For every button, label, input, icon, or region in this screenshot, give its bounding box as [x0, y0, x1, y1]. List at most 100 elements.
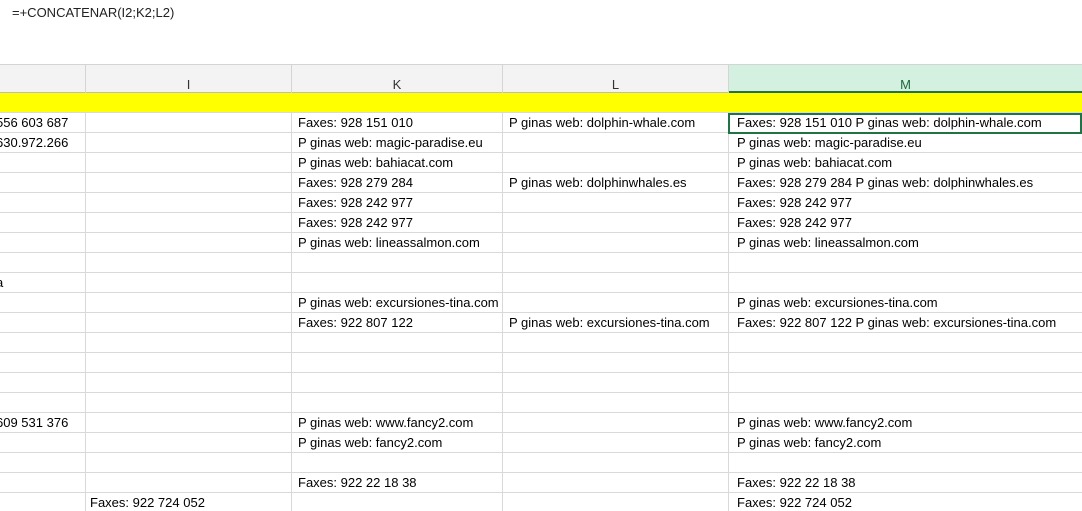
table-cell[interactable]: P ginas web: magic-paradise.eu — [292, 133, 503, 152]
table-cell[interactable] — [86, 133, 292, 152]
table-cell[interactable] — [0, 233, 86, 252]
table-cell[interactable] — [86, 353, 292, 372]
table-cell[interactable]: P ginas web: fancy2.com — [729, 433, 1082, 452]
table-cell[interactable] — [0, 313, 86, 332]
table-cell[interactable] — [503, 193, 729, 212]
table-cell[interactable] — [503, 253, 729, 272]
table-cell[interactable]: P ginas web: www.fancy2.com — [729, 413, 1082, 432]
table-cell[interactable]: Faxes: 922 724 052 — [729, 493, 1082, 511]
table-cell[interactable] — [503, 493, 729, 511]
table-cell[interactable]: Faxes: 922 22 18 38 — [292, 473, 503, 492]
table-cell[interactable] — [729, 453, 1082, 472]
table-cell[interactable] — [86, 453, 292, 472]
table-cell[interactable] — [0, 153, 86, 172]
table-cell[interactable] — [729, 333, 1082, 352]
table-cell[interactable] — [292, 353, 503, 372]
column-header-m[interactable]: M — [729, 65, 1082, 93]
table-cell[interactable] — [729, 93, 1082, 112]
table-cell[interactable]: Faxes: 928 151 010 — [292, 113, 503, 132]
table-cell[interactable]: Faxes: 928 151 010 P ginas web: dolphin-… — [729, 113, 1082, 132]
table-cell[interactable]: P ginas web: lineassalmon.com — [729, 233, 1082, 252]
formula-bar[interactable]: =+CONCATENAR(I2;K2;L2) — [0, 0, 1082, 64]
column-header-partial[interactable] — [0, 65, 86, 93]
table-cell[interactable] — [503, 233, 729, 252]
table-cell[interactable] — [86, 313, 292, 332]
table-cell[interactable]: P ginas web: excursiones-tina.com — [729, 293, 1082, 312]
table-cell[interactable] — [292, 493, 503, 511]
table-cell[interactable]: P ginas web: www.fancy2.com — [292, 413, 503, 432]
table-cell[interactable]: P ginas web: fancy2.com — [292, 433, 503, 452]
table-cell[interactable] — [0, 373, 86, 392]
table-cell[interactable] — [0, 493, 86, 511]
table-cell[interactable] — [86, 293, 292, 312]
table-cell[interactable] — [729, 253, 1082, 272]
table-cell[interactable] — [86, 273, 292, 292]
table-cell[interactable] — [86, 333, 292, 352]
table-cell[interactable] — [86, 373, 292, 392]
table-cell[interactable]: 630.972.266 — [0, 133, 86, 152]
table-cell[interactable] — [0, 193, 86, 212]
table-cell[interactable] — [86, 93, 292, 112]
table-cell[interactable] — [503, 353, 729, 372]
table-cell[interactable] — [0, 213, 86, 232]
table-cell[interactable] — [86, 393, 292, 412]
table-cell[interactable] — [0, 433, 86, 452]
table-cell[interactable] — [0, 473, 86, 492]
table-cell[interactable] — [503, 213, 729, 232]
table-cell[interactable] — [0, 293, 86, 312]
table-cell[interactable] — [503, 273, 729, 292]
table-cell[interactable]: Faxes: 928 242 977 — [292, 213, 503, 232]
table-cell[interactable] — [292, 253, 503, 272]
table-cell[interactable] — [503, 413, 729, 432]
table-cell[interactable] — [503, 153, 729, 172]
table-cell[interactable]: Faxes: 928 242 977 — [729, 213, 1082, 232]
table-cell[interactable] — [503, 133, 729, 152]
table-cell[interactable] — [503, 293, 729, 312]
table-cell[interactable] — [86, 213, 292, 232]
table-cell[interactable]: a — [0, 273, 86, 292]
table-cell[interactable]: P ginas web: bahiacat.com — [729, 153, 1082, 172]
table-cell[interactable]: P ginas web: bahiacat.com — [292, 153, 503, 172]
table-cell[interactable] — [292, 93, 503, 112]
table-cell[interactable] — [292, 333, 503, 352]
column-header-k[interactable]: K — [292, 65, 503, 93]
table-cell[interactable] — [503, 393, 729, 412]
table-cell[interactable]: Faxes: 922 807 122 — [292, 313, 503, 332]
column-header-l[interactable]: L — [503, 65, 729, 93]
table-cell[interactable]: P ginas web: magic-paradise.eu — [729, 133, 1082, 152]
table-cell[interactable] — [86, 413, 292, 432]
table-cell[interactable] — [292, 393, 503, 412]
table-cell[interactable] — [503, 433, 729, 452]
table-cell[interactable] — [503, 373, 729, 392]
table-cell[interactable]: P ginas web: lineassalmon.com — [292, 233, 503, 252]
table-cell[interactable]: P ginas web: excursiones-tina.com — [292, 293, 503, 312]
table-cell[interactable] — [86, 433, 292, 452]
table-cell[interactable] — [0, 253, 86, 272]
table-cell[interactable] — [503, 93, 729, 112]
table-cell[interactable] — [292, 273, 503, 292]
table-cell[interactable] — [86, 233, 292, 252]
column-header-i[interactable]: I — [86, 65, 292, 93]
table-cell[interactable] — [86, 473, 292, 492]
table-cell[interactable]: Faxes: 928 242 977 — [729, 193, 1082, 212]
table-cell[interactable] — [503, 473, 729, 492]
table-cell[interactable] — [0, 333, 86, 352]
table-cell[interactable]: P ginas web: excursiones-tina.com — [503, 313, 729, 332]
table-cell[interactable] — [86, 113, 292, 132]
table-cell[interactable] — [503, 453, 729, 472]
table-cell[interactable] — [86, 173, 292, 192]
table-cell[interactable]: Faxes: 922 22 18 38 — [729, 473, 1082, 492]
table-cell[interactable] — [0, 93, 86, 112]
table-cell[interactable]: Faxes: 928 242 977 — [292, 193, 503, 212]
table-cell[interactable] — [503, 333, 729, 352]
table-cell[interactable] — [729, 353, 1082, 372]
table-cell[interactable] — [292, 373, 503, 392]
table-cell[interactable] — [86, 193, 292, 212]
table-cell[interactable] — [729, 273, 1082, 292]
table-cell[interactable]: 609 531 376 — [0, 413, 86, 432]
table-cell[interactable]: Faxes: 922 724 052 — [86, 493, 292, 511]
table-cell[interactable] — [86, 253, 292, 272]
formula-text[interactable]: =+CONCATENAR(I2;K2;L2) — [12, 5, 174, 20]
table-cell[interactable] — [292, 453, 503, 472]
table-cell[interactable]: P ginas web: dolphinwhales.es — [503, 173, 729, 192]
